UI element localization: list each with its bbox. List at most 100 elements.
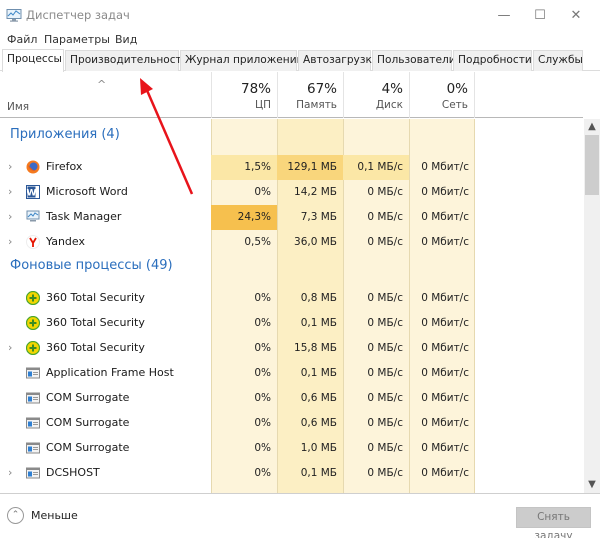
process-row[interactable]: › Task Manager 24,3% 7,3 МБ 0 МБ/с 0 Мбит/с	[0, 205, 583, 230]
process-name: Task Manager	[46, 210, 122, 223]
disk-value: 0 МБ/с	[367, 367, 403, 379]
title-bar: Диспетчер задач — ☐ ✕	[0, 0, 600, 30]
scroll-down-icon[interactable]: ▼	[584, 477, 600, 493]
cpu-value: 1,5%	[211, 155, 277, 180]
tab-performance[interactable]: Производительность	[65, 50, 188, 71]
chevron-right-icon[interactable]: ›	[8, 185, 12, 198]
chevron-right-icon[interactable]: ›	[8, 210, 12, 223]
process-name: COM Surrogate	[46, 441, 130, 454]
chevron-right-icon[interactable]: ›	[8, 341, 12, 354]
disk-label: Диск	[375, 99, 403, 111]
vertical-scrollbar[interactable]: ▲ ▼	[584, 119, 600, 493]
process-row[interactable]: › Firefox 1,5% 129,1 МБ 0,1 МБ/с 0 Мбит/с	[0, 155, 583, 180]
sort-up-icon: ^	[97, 78, 107, 91]
cpu-value: 0%	[254, 292, 271, 304]
disk-value: 0 МБ/с	[367, 442, 403, 454]
memory-total: 67%	[306, 81, 337, 97]
memory-value: 1,0 МБ	[300, 442, 337, 454]
svg-text:W: W	[27, 189, 37, 199]
process-row[interactable]: COM Surrogate 0% 1,0 МБ 0 МБ/с 0 Мбит/с	[0, 436, 583, 461]
process-name: COM Surrogate	[46, 391, 130, 404]
process-row[interactable]: › DCSHOST 0% 0,1 МБ 0 МБ/с 0 Мбит/с	[0, 461, 583, 486]
cpu-value: 0%	[254, 442, 271, 454]
cpu-value: 0%	[254, 467, 271, 479]
network-value: 0 Мбит/с	[421, 342, 469, 354]
column-network[interactable]: 0% Сеть	[409, 72, 475, 118]
process-name: Application Frame Host	[46, 366, 174, 379]
group-header[interactable]: Приложения (4)	[10, 127, 120, 142]
network-value: 0 Мбит/с	[421, 367, 469, 379]
maximize-button[interactable]: ☐	[522, 0, 558, 30]
cpu-value: 0%	[254, 317, 271, 329]
chevron-up-circle-icon[interactable]: ⌃	[7, 507, 24, 524]
minimize-icon: —	[497, 7, 511, 23]
tab-users[interactable]: Пользователи	[372, 50, 456, 71]
yandex-icon	[26, 235, 40, 249]
tab-processes[interactable]: Процессы	[2, 49, 64, 72]
scrollbar-thumb[interactable]	[585, 135, 599, 195]
disk-total: 4%	[381, 81, 403, 97]
end-task-button[interactable]: Снять задачу	[516, 507, 591, 538]
column-name[interactable]: Имя	[7, 101, 29, 113]
cpu-value: 0%	[254, 342, 271, 354]
column-disk[interactable]: 4% Диск	[343, 72, 409, 118]
network-value: 0 Мбит/с	[421, 292, 469, 304]
group-header[interactable]: Фоновые процессы (49)	[10, 258, 173, 273]
network-value: 0 Мбит/с	[421, 467, 469, 479]
network-value: 0 Мбит/с	[421, 442, 469, 454]
process-row[interactable]: › W Microsoft Word 0% 14,2 МБ 0 МБ/с 0 Мбит/с	[0, 180, 583, 205]
app-window-icon	[26, 416, 40, 430]
network-label: Сеть	[441, 99, 468, 111]
memory-value: 7,3 МБ	[300, 211, 337, 223]
disk-value: 0 МБ/с	[367, 236, 403, 248]
tab-startup[interactable]: Автозагрузка	[298, 50, 378, 71]
tab-details[interactable]: Подробности	[453, 50, 532, 71]
word-icon: W	[26, 185, 40, 199]
process-row[interactable]: 360 Total Security 0% 0,1 МБ 0 МБ/с 0 Мбит/с	[0, 311, 583, 336]
menu-file[interactable]: Файл	[7, 33, 37, 46]
disk-value: 0 МБ/с	[367, 342, 403, 354]
process-row[interactable]: 360 Total Security 0% 0,8 МБ 0 МБ/с 0 Мбит/с	[0, 286, 583, 311]
menu-view[interactable]: Вид	[115, 33, 137, 46]
cpu-label: ЦП	[254, 99, 271, 111]
disk-value: 0 МБ/с	[367, 292, 403, 304]
process-row[interactable]: › 360 Total Security 0% 15,8 МБ 0 МБ/с 0 Мбит…	[0, 336, 583, 361]
app-window-icon	[26, 441, 40, 455]
memory-value: 15,8 МБ	[294, 342, 337, 354]
process-row[interactable]: COM Surrogate 0% 0,6 МБ 0 МБ/с 0 Мбит/с	[0, 386, 583, 411]
scroll-up-icon[interactable]: ▲	[584, 119, 600, 135]
network-value: 0 Мбит/с	[421, 161, 469, 173]
memory-value: 129,1 МБ	[277, 155, 343, 180]
disk-value: 0 МБ/с	[367, 317, 403, 329]
process-row[interactable]: COM Surrogate 0% 0,6 МБ 0 МБ/с 0 Мбит/с	[0, 411, 583, 436]
process-name: 360 Total Security	[46, 341, 145, 354]
process-row[interactable]: › Yandex 0,5% 36,0 МБ 0 МБ/с 0 Мбит/с	[0, 230, 583, 255]
memory-value: 14,2 МБ	[294, 186, 337, 198]
tab-app-history[interactable]: Журнал приложений	[180, 50, 304, 71]
app-window-icon	[26, 466, 40, 480]
cpu-value: 0%	[254, 417, 271, 429]
tab-services[interactable]: Службы	[533, 50, 583, 71]
disk-value: 0 МБ/с	[367, 186, 403, 198]
menu-options[interactable]: Параметры	[44, 33, 110, 46]
memory-value: 0,6 МБ	[300, 392, 337, 404]
close-icon: ✕	[570, 7, 582, 23]
process-name: Yandex	[46, 235, 85, 248]
close-button[interactable]: ✕	[558, 0, 594, 30]
column-memory[interactable]: 67% Память	[277, 72, 343, 118]
memory-value: 0,6 МБ	[300, 417, 337, 429]
process-name: DCSHOST	[46, 466, 100, 479]
360-security-icon	[25, 290, 41, 306]
footer: ⌃ Меньше Снять задачу	[0, 493, 600, 538]
minimize-button[interactable]: —	[486, 0, 522, 30]
fewer-details-link[interactable]: Меньше	[31, 509, 78, 522]
disk-value: 0 МБ/с	[367, 417, 403, 429]
network-value: 0 Мбит/с	[421, 186, 469, 198]
chevron-right-icon[interactable]: ›	[8, 235, 12, 248]
memory-value: 0,1 МБ	[300, 367, 337, 379]
chevron-right-icon[interactable]: ›	[8, 160, 12, 173]
process-row[interactable]: Application Frame Host 0% 0,1 МБ 0 МБ/с 0 Мб…	[0, 361, 583, 386]
process-name: 360 Total Security	[46, 316, 145, 329]
chevron-right-icon[interactable]: ›	[8, 466, 12, 479]
column-cpu[interactable]: 78% ЦП	[211, 72, 277, 118]
